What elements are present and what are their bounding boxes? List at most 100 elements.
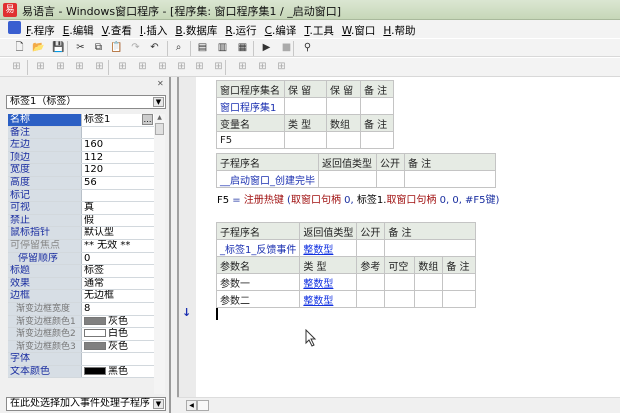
code-line[interactable]: F5 = 注册热键 (取窗口句柄 0, 标签1.取窗口句柄 0, 0, #F5键… — [217, 191, 499, 206]
property-value[interactable] — [82, 353, 154, 365]
property-row[interactable]: 高度 56 — [8, 176, 154, 190]
paste-icon[interactable]: 📋 — [110, 42, 123, 54]
property-row[interactable]: 文本颜色 黑色 — [8, 365, 154, 379]
save-icon[interactable]: 💾 — [52, 42, 65, 54]
align-grid-icon[interactable]: ⊞ — [10, 61, 23, 73]
property-row[interactable]: 标题 标签 — [8, 265, 154, 278]
property-row[interactable]: 效果 通常 — [8, 277, 154, 291]
param-type-link[interactable]: 整数型 — [299, 290, 358, 308]
property-row[interactable]: 渐变边框颜色3 灰色 — [8, 340, 154, 354]
property-row[interactable]: 边框 无边框 — [8, 290, 154, 303]
property-row[interactable]: 禁止假 — [8, 214, 154, 228]
cell[interactable] — [356, 239, 386, 257]
property-row[interactable]: 渐变边框颜色1 灰色 — [8, 315, 154, 329]
property-row[interactable]: 字体 — [8, 353, 154, 366]
run-icon[interactable]: ▶ — [260, 42, 273, 54]
cell[interactable] — [414, 273, 444, 291]
param-type-link[interactable]: 整数型 — [299, 273, 358, 291]
distribute-h-icon[interactable]: ⊞ — [193, 61, 206, 73]
align-top-icon[interactable]: ⊞ — [73, 61, 86, 73]
undo-icon[interactable]: ↶ — [148, 42, 161, 54]
property-row[interactable]: 备注 — [8, 126, 154, 140]
same-width-icon[interactable]: ⊞ — [236, 61, 249, 73]
property-row[interactable]: 鼠标指针 默认型 — [8, 227, 154, 240]
distribute-v-icon[interactable]: ⊞ — [212, 61, 225, 73]
property-value[interactable] — [82, 126, 154, 139]
property-value[interactable]: 56 — [82, 176, 154, 189]
cell[interactable] — [284, 97, 327, 115]
cell[interactable] — [384, 290, 416, 308]
menu-b[interactable]: B.数据库 — [175, 23, 217, 38]
open-icon[interactable]: 📂 — [32, 42, 45, 54]
property-value[interactable]: 120 — [82, 164, 154, 176]
property-value[interactable]: 真 — [82, 202, 154, 214]
cell[interactable] — [442, 273, 477, 291]
property-value[interactable]: 无边框 — [82, 290, 154, 302]
event-select[interactable]: 在此处选择加入事件处理子程序 ▼ — [6, 397, 166, 411]
menu-c[interactable]: C.编译 — [265, 23, 297, 38]
cell[interactable] — [360, 97, 394, 115]
property-value[interactable]: 标签 — [82, 265, 154, 277]
new-icon[interactable]: 🗋 — [13, 42, 26, 54]
cell[interactable] — [326, 131, 361, 149]
menu-w[interactable]: W.窗口 — [342, 23, 376, 38]
align-bottom-icon[interactable]: ⊞ — [93, 61, 106, 73]
menu-i[interactable]: I.插入 — [140, 23, 167, 38]
sub-name-cell[interactable]: _标签1_反馈事件 — [215, 239, 301, 257]
chevron-down-icon[interactable]: ▼ — [153, 399, 164, 409]
cell[interactable] — [356, 273, 386, 291]
layout1-icon[interactable]: ▤ — [196, 42, 209, 54]
param-name[interactable]: 参数一 — [215, 273, 301, 291]
cell[interactable] — [442, 290, 477, 308]
center-h-icon[interactable]: ⊞ — [116, 61, 129, 73]
property-row[interactable]: 渐变边框宽度 8 — [8, 302, 154, 316]
center-v-icon[interactable]: ⊞ — [136, 61, 149, 73]
editor-horizontal-scrollbar[interactable]: ◀ — [177, 397, 620, 413]
property-value[interactable]: 默认型 — [82, 227, 154, 239]
align-right-icon[interactable]: ⊞ — [54, 61, 67, 73]
property-value[interactable]: 8 — [82, 302, 154, 315]
close-icon[interactable]: ✕ — [157, 79, 164, 88]
property-row[interactable]: 可视真 — [8, 202, 154, 215]
menu-t[interactable]: T.工具 — [304, 23, 334, 38]
cell[interactable] — [384, 273, 416, 291]
property-value[interactable]: 白色 — [82, 328, 154, 340]
property-row[interactable]: 渐变边框颜色2 白色 — [8, 328, 154, 341]
property-value[interactable]: 灰色 — [82, 315, 154, 328]
layout3-icon[interactable]: ▦ — [236, 42, 249, 54]
property-scrollbar[interactable]: ▲ — [154, 114, 165, 394]
cell[interactable] — [360, 131, 394, 149]
property-value[interactable]: 0 — [82, 252, 154, 265]
align-left-icon[interactable]: ⊞ — [34, 61, 47, 73]
space-h-icon[interactable]: ⊞ — [156, 61, 169, 73]
param-name[interactable]: 参数二 — [215, 290, 301, 308]
property-row[interactable]: 停留顺序 0 — [8, 252, 154, 266]
scroll-left-icon[interactable]: ◀ — [186, 400, 197, 411]
cut-icon[interactable]: ✂ — [74, 42, 87, 54]
object-select[interactable]: 标签1（标签） ▼ — [6, 95, 166, 109]
sub-name-cell[interactable]: __启动窗口_创建完毕 — [216, 170, 319, 188]
variable-name-cell[interactable]: F5 — [216, 131, 285, 149]
property-row[interactable]: 左边 160 — [8, 139, 154, 152]
chevron-down-icon[interactable]: ▼ — [153, 97, 164, 107]
return-type-link[interactable]: 整数型 — [299, 239, 358, 257]
cell[interactable] — [318, 170, 377, 188]
same-height-icon[interactable]: ⊞ — [256, 61, 269, 73]
property-row[interactable]: 顶边 112 — [8, 151, 154, 165]
property-value[interactable]: 112 — [82, 151, 154, 164]
property-row[interactable]: 名称 标签1… — [8, 114, 154, 127]
property-row[interactable]: 宽度 120 — [8, 164, 154, 177]
menu-f[interactable]: F.程序 — [26, 23, 55, 38]
ellipsis-button[interactable]: … — [142, 114, 153, 125]
property-row[interactable]: 标记 — [8, 189, 154, 203]
stop-icon[interactable]: ■ — [280, 42, 293, 54]
menu-e[interactable]: E.编辑 — [63, 23, 94, 38]
document-icon[interactable] — [8, 21, 21, 34]
property-value[interactable]: 160 — [82, 139, 154, 151]
property-value[interactable]: 通常 — [82, 277, 154, 290]
same-size-icon[interactable]: ⊞ — [275, 61, 288, 73]
cell[interactable] — [376, 170, 405, 188]
cell[interactable] — [356, 290, 386, 308]
scroll-thumb[interactable] — [155, 123, 164, 135]
find-icon[interactable]: ⌕ — [172, 42, 185, 54]
